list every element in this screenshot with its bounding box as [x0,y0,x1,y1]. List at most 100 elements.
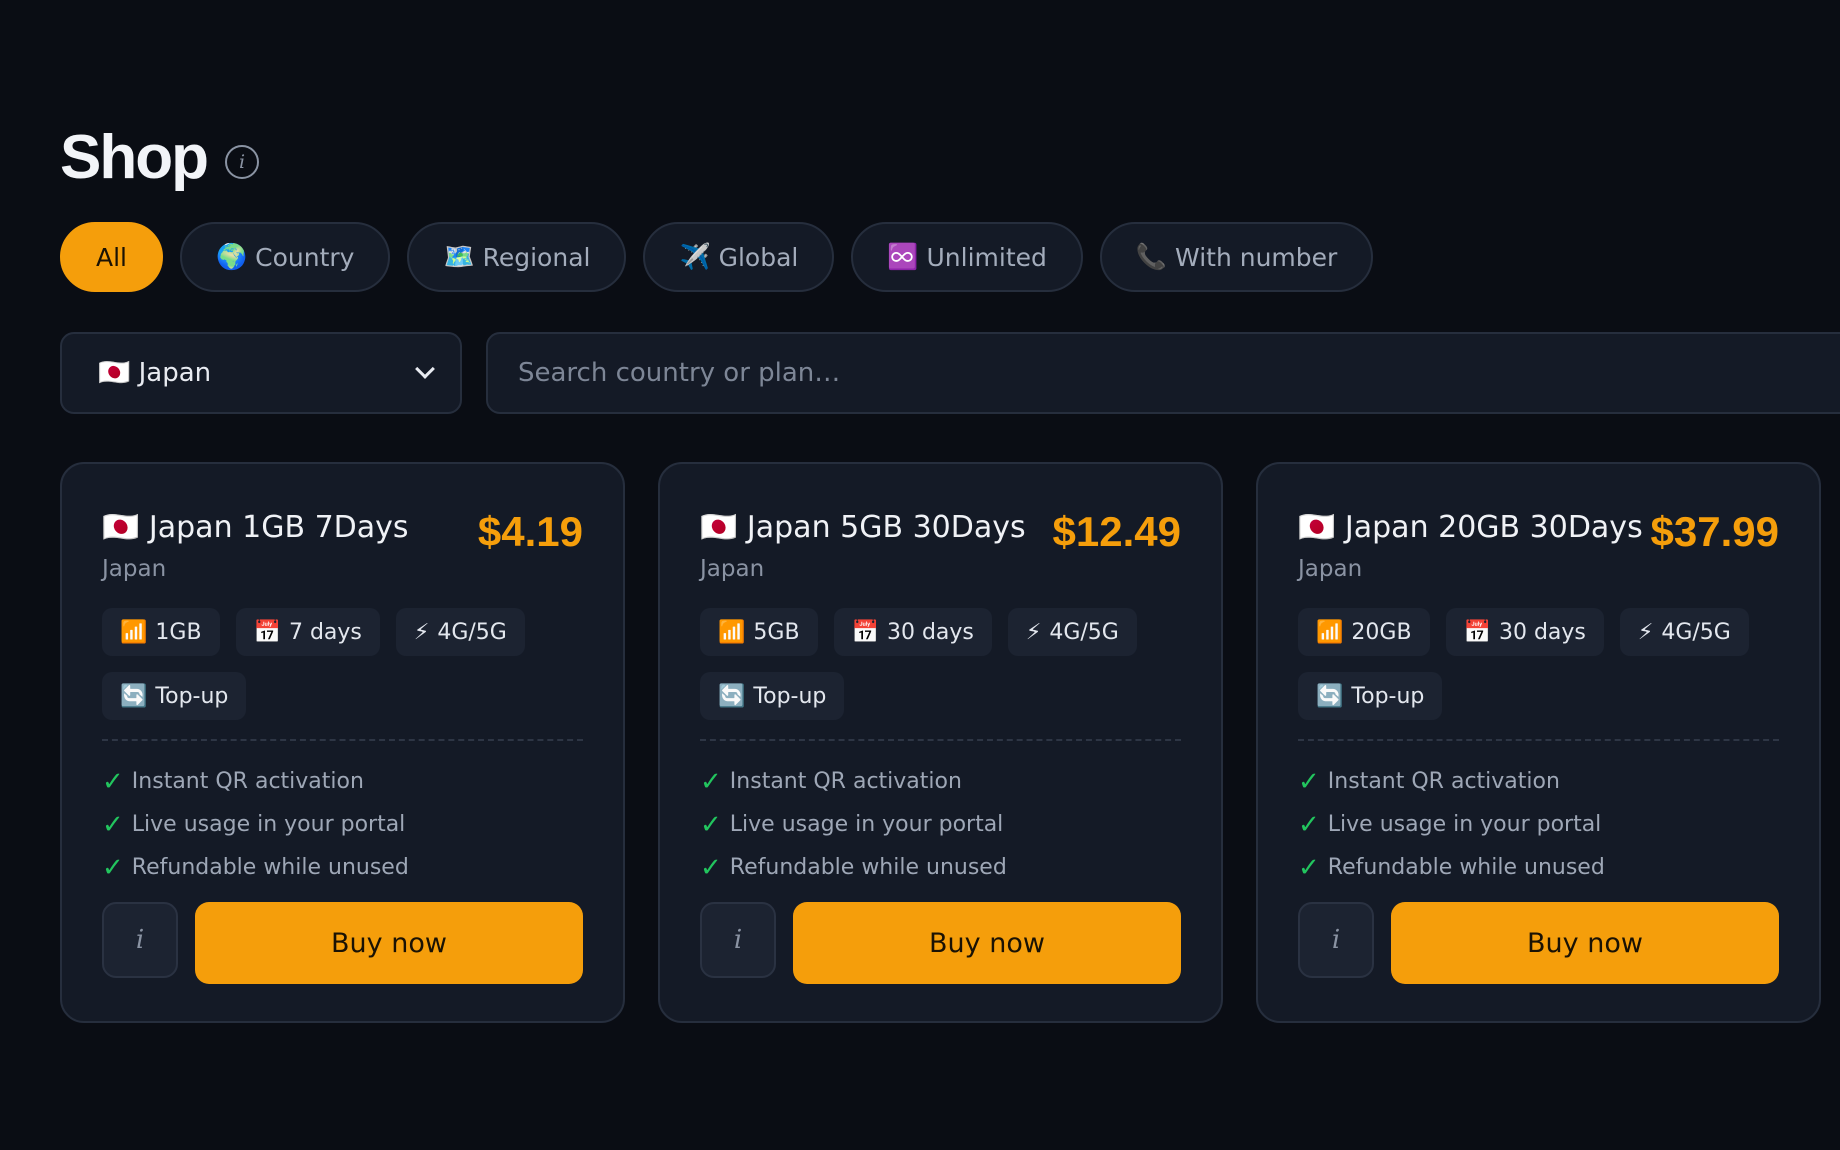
plan-info-button[interactable]: i [1298,902,1374,978]
plan-features: ✓ Instant QR activation ✓ Live usage in you… [1298,760,1605,889]
plan-tag: 📶 5GB [700,608,818,656]
filter-chip-global[interactable]: ✈️ Global [643,222,835,292]
feature-text: Instant QR activation [131,769,364,794]
feature-text: Refundable while unused [131,855,409,880]
plan-info-button[interactable]: i [700,902,776,978]
refresh-icon: 🔄 [1316,683,1344,709]
plan-tag-label: 4G/5G [1661,619,1731,645]
feature-item: ✓ Instant QR activation [102,760,409,803]
search-input[interactable] [486,332,1840,414]
plan-name-text: Japan 5GB 30Days [746,510,1026,545]
plan-price: $4.19 [477,508,583,555]
buy-now-button[interactable]: Buy now [1391,902,1779,984]
japan-flag-icon: 🇯🇵 [102,510,140,545]
card-divider [1298,739,1779,741]
map-icon: 🗺️ [443,242,475,271]
phone-icon: 📞 [1135,242,1168,271]
check-icon: ✓ [1298,766,1320,797]
feature-text: Refundable while unused [1327,855,1605,880]
feature-text: Live usage in your portal [1327,812,1602,837]
check-icon: ✓ [1298,809,1320,840]
calendar-icon: 📅 [851,619,879,645]
plan-tag-label: 4G/5G [437,619,507,645]
check-icon: ✓ [700,809,722,840]
plan-tag-label: 20GB [1351,619,1412,645]
infinity-icon: ♾️ [887,242,919,271]
feature-text: Live usage in your portal [729,812,1004,837]
country-select-value: Japan [138,358,212,388]
feature-item: ✓ Refundable while unused [700,846,1007,889]
refresh-icon: 🔄 [718,683,746,709]
filter-chip-unlimited[interactable]: ♾️ Unlimited [851,222,1083,292]
shop-page: Shop i All 🌍 Country 🗺️ Regional ✈️ Global ♾️ Un… [0,0,1840,1150]
plan-tags: 📶 1GB 📅 7 days ⚡ 4G/5G 🔄 Top-up [102,608,592,720]
chevron-down-icon [415,359,435,379]
plan-info-button[interactable]: i [102,902,178,978]
plan-card: 🇯🇵 Japan 1GB 7Days $4.19 Japan 📶 1GB 📅 7 days ⚡… [60,462,625,1023]
filter-chip-regional[interactable]: 🗺️ Regional [407,222,627,292]
plan-tag: 🔄 Top-up [1298,672,1443,720]
plan-card: 🇯🇵 Japan 20GB 30Days $37.99 Japan 📶 20GB 📅 30 … [1256,462,1821,1023]
filter-chip-label: With number [1175,242,1338,272]
plan-tag: 📅 30 days [1445,608,1604,656]
plan-tag-label: 5GB [753,619,800,645]
card-divider [102,739,583,741]
filter-chip-with-number[interactable]: 📞 With number [1099,222,1374,292]
filter-chip-label: Global [718,242,799,272]
plan-tag: ⚡ 4G/5G [1007,608,1137,656]
plan-tag: 📶 1GB [102,608,220,656]
filter-chip-label: Country [255,242,355,272]
plan-tag-label: 30 days [1498,619,1586,645]
buy-now-button[interactable]: Buy now [793,902,1181,984]
check-icon: ✓ [1298,852,1320,883]
plan-card: 🇯🇵 Japan 5GB 30Days $12.49 Japan 📶 5GB 📅 30 da… [658,462,1223,1023]
plan-name-text: Japan 20GB 30Days [1344,510,1643,545]
info-icon[interactable]: i [224,144,259,179]
check-icon: ✓ [102,809,124,840]
plan-cards: 🇯🇵 Japan 1GB 7Days $4.19 Japan 📶 1GB 📅 7 days ⚡… [60,462,1821,1023]
plan-tags: 📶 20GB 📅 30 days ⚡ 4G/5G 🔄 Top-up [1298,608,1788,720]
plan-tag: ⚡ 4G/5G [395,608,525,656]
feature-item: ✓ Instant QR activation [700,760,1007,803]
japan-flag-icon: 🇯🇵 [1298,510,1336,545]
buy-now-button[interactable]: Buy now [195,902,583,984]
refresh-icon: 🔄 [120,683,148,709]
signal-icon: 📶 [120,619,148,645]
plan-tag-label: 7 days [288,619,362,645]
lightning-icon: ⚡ [413,619,430,645]
check-icon: ✓ [102,766,124,797]
feature-text: Instant QR activation [729,769,962,794]
plan-tag-label: 30 days [886,619,974,645]
feature-item: ✓ Refundable while unused [102,846,409,889]
filter-chip-all[interactable]: All [60,222,163,292]
check-icon: ✓ [700,852,722,883]
plan-name-text: Japan 1GB 7Days [148,510,409,545]
plan-country: Japan [700,556,765,582]
page-title: Shop [60,123,209,192]
card-divider [700,739,1181,741]
feature-item: ✓ Live usage in your portal [700,803,1007,846]
plan-features: ✓ Instant QR activation ✓ Live usage in you… [700,760,1007,889]
plan-tag: 📅 7 days [235,608,380,656]
plan-tag-label: 4G/5G [1049,619,1119,645]
plan-price: $37.99 [1650,508,1779,555]
filter-chip-country[interactable]: 🌍 Country [180,222,391,292]
check-icon: ✓ [102,852,124,883]
country-select[interactable]: 🇯🇵 Japan [60,332,462,414]
plan-name: 🇯🇵 Japan 5GB 30Days [700,510,1026,545]
plan-tag-label: Top-up [753,683,827,709]
feature-item: ✓ Live usage in your portal [102,803,409,846]
filter-chip-label: Regional [482,242,591,272]
feature-text: Live usage in your portal [131,812,406,837]
lightning-icon: ⚡ [1637,619,1654,645]
plan-name: 🇯🇵 Japan 1GB 7Days [102,510,409,545]
plan-country: Japan [1298,556,1363,582]
plan-tag: 📅 30 days [833,608,992,656]
signal-icon: 📶 [718,619,746,645]
japan-flag-icon: 🇯🇵 [700,510,738,545]
check-icon: ✓ [700,766,722,797]
plan-tag-label: Top-up [1351,683,1425,709]
feature-item: ✓ Live usage in your portal [1298,803,1605,846]
plan-tag-label: Top-up [155,683,229,709]
lightning-icon: ⚡ [1025,619,1042,645]
